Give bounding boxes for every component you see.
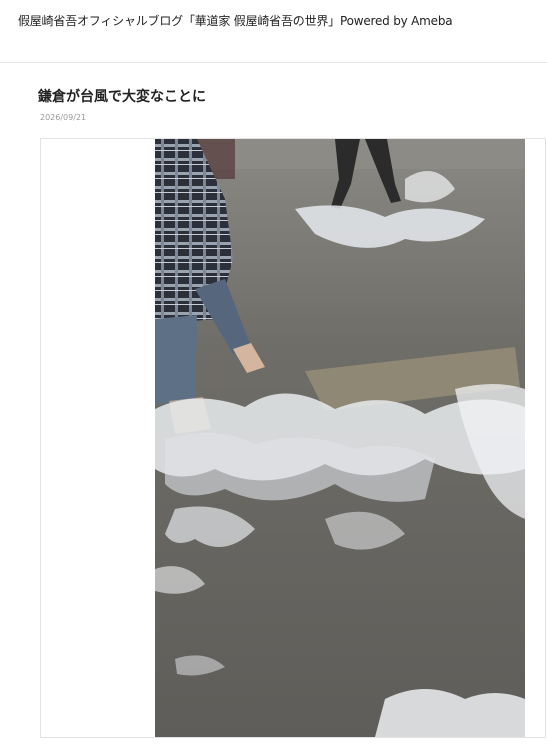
flood-photo[interactable] [155, 139, 525, 737]
blog-title-link[interactable]: 假屋崎省吾オフィシャルブログ「華道家 假屋崎省吾の世界」Powered by A… [18, 12, 453, 29]
article-date: 2026/09/21 [40, 113, 87, 122]
flood-photo-image [155, 139, 525, 737]
article-title[interactable]: 鎌倉が台風で大変なことに [38, 86, 206, 106]
blog-header: 假屋崎省吾オフィシャルブログ「華道家 假屋崎省吾の世界」Powered by A… [0, 0, 547, 63]
